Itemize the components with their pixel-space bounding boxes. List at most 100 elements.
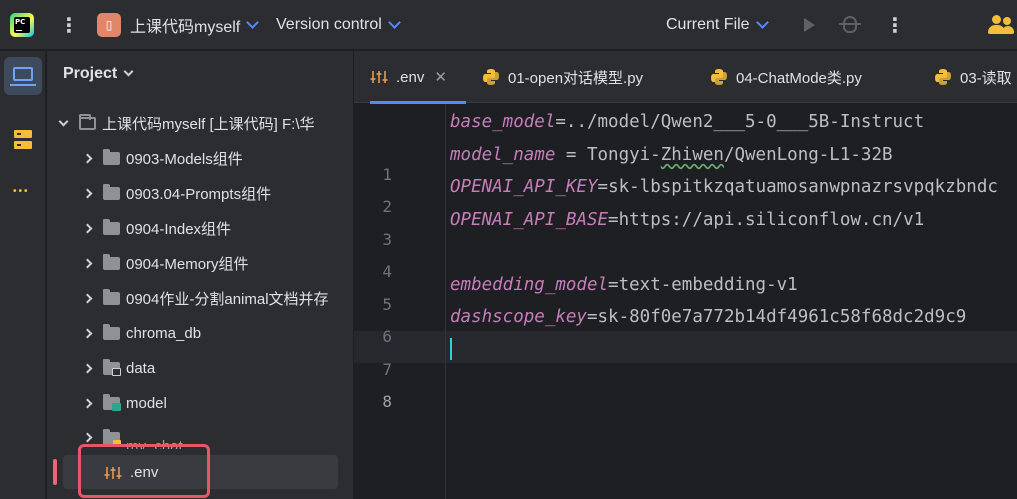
editor-tabs: .env ✕ 01-open对话模型.py 04-ChatMode类.py 03… — [354, 51, 1017, 104]
tree-root[interactable]: 上课代码myself [上课代码] F:\华 — [47, 106, 353, 141]
env-sep: = — [608, 210, 619, 230]
env-sep: = — [608, 275, 619, 295]
env-value: /QwenLong-L1-32B — [723, 145, 893, 165]
line-number: 6 — [382, 327, 392, 346]
env-sep: = — [586, 307, 598, 327]
code-line[interactable]: dashscope_key = sk-80f0e7a772b14df4961c58f… — [450, 301, 1017, 333]
collapse-arrow-icon[interactable] — [82, 328, 93, 339]
code-line[interactable]: OPENAI_API_KEY = sk-lbspitkzqatuamosanwpna… — [450, 171, 1017, 203]
code-line[interactable]: base_model = ../model/Qwen2___5-0___5B-Ins… — [450, 106, 1017, 138]
env-sep: = — [597, 177, 609, 197]
collapse-arrow-icon[interactable] — [82, 432, 93, 443]
env-value: text-embedding-v1 — [618, 275, 798, 295]
tree-item-label: 0903-Models组件 — [126, 151, 243, 168]
expand-arrow-icon[interactable] — [58, 116, 69, 127]
tab-python-file[interactable]: 01-open对话模型.py — [482, 51, 643, 103]
tree-item[interactable]: chroma_db — [47, 316, 353, 351]
env-value: https://api.siliconflow.cn/v1 — [618, 210, 925, 230]
tree-item[interactable]: 0903-Models组件 — [47, 141, 353, 176]
env-key: OPENAI_API_KEY — [450, 177, 598, 197]
folder-icon — [103, 184, 120, 200]
project-badge-icon[interactable]: ▯ — [97, 13, 121, 37]
vcs-label: Version control — [276, 16, 382, 33]
collapse-arrow-icon[interactable] — [82, 293, 93, 304]
project-pane-header[interactable]: Project — [63, 65, 134, 83]
line-number: 1 — [382, 165, 392, 184]
tree-item[interactable]: model — [47, 386, 353, 421]
line-number: 3 — [382, 230, 392, 249]
tree-item-label: 0904作业-分割animal文档并存 — [126, 291, 329, 308]
more-actions-icon[interactable]: ⋮ — [885, 0, 905, 50]
project-name: 上课代码myself — [130, 19, 241, 36]
vcs-menu[interactable]: Version control — [276, 0, 401, 50]
code-line[interactable]: model_name = Tongyi- Zhiwen/QwenLong-L1-3… — [450, 139, 1017, 171]
tree-root-label: 上课代码myself [上课代码] F:\华 — [102, 116, 315, 133]
collapse-arrow-icon[interactable] — [82, 153, 93, 164]
more-icon: ••• — [13, 186, 30, 197]
python-icon — [483, 69, 499, 85]
main-menu-icon[interactable]: ⋮ — [59, 0, 79, 50]
tab-label: 03-读取 — [960, 69, 1012, 87]
tree-item-label: 0904-Index组件 — [126, 221, 232, 238]
tree-item[interactable]: data — [47, 351, 353, 386]
text-caret — [450, 338, 452, 360]
tree-item[interactable]: 0903.04-Prompts组件 — [47, 176, 353, 211]
project-pane: Project 上课代码myself [上课代码] F:\华 0903-Mode… — [47, 51, 353, 499]
folder-icon — [103, 324, 120, 340]
tree-item-label: chroma_db — [126, 325, 202, 342]
env-value: ../model/Qwen2___5-0___5B-Instruct — [565, 112, 925, 132]
tab-label: 04-ChatMode类.py — [736, 69, 862, 87]
annotation-highlight-box — [78, 444, 210, 498]
env-key: model_name — [450, 145, 556, 165]
tree-item-label: model — [126, 395, 167, 412]
tree-item[interactable]: 0904-Memory组件 — [47, 246, 353, 281]
spelling-warning[interactable]: Zhiwen — [661, 145, 724, 165]
env-key: embedding_model — [450, 275, 609, 295]
project-switcher[interactable]: 上课代码myself — [130, 0, 260, 50]
structure-tool-button[interactable] — [4, 121, 42, 159]
folder-icon — [103, 219, 120, 235]
pycharm-logo-icon[interactable]: PC — [10, 13, 34, 37]
collapse-arrow-icon[interactable] — [82, 223, 93, 234]
structure-icon — [14, 130, 32, 150]
run-config-label: Current File — [666, 16, 750, 33]
tab-python-file[interactable]: 04-ChatMode类.py — [710, 51, 862, 103]
tree-item[interactable]: 0904作业-分割animal文档并存 — [47, 281, 353, 316]
env-key: dashscope_key — [450, 307, 587, 327]
code-line[interactable]: OPENAI_API_BASE = https://api.siliconflow.… — [450, 204, 1017, 236]
tool-window-strip: ••• — [0, 51, 46, 499]
collapse-arrow-icon[interactable] — [82, 398, 93, 409]
current-line-highlight — [354, 331, 1017, 363]
run-config-selector[interactable]: Current File — [666, 0, 769, 50]
collapse-arrow-icon[interactable] — [82, 258, 93, 269]
collapse-arrow-icon[interactable] — [82, 188, 93, 199]
settings-file-icon — [370, 71, 388, 83]
collapse-arrow-icon[interactable] — [82, 363, 93, 374]
line-number-current: 8 — [382, 392, 392, 411]
line-number: 2 — [382, 197, 392, 216]
debug-icon[interactable] — [839, 16, 861, 33]
editor: .env ✕ 01-open对话模型.py 04-ChatMode类.py 03… — [354, 51, 1017, 499]
folder-icon — [103, 149, 120, 165]
tab-label: .env — [396, 68, 425, 86]
tree-item[interactable]: 0904-Index组件 — [47, 211, 353, 246]
env-value: sk-lbspitkzqatuamosanwpnazrsvpqkzbndc — [608, 177, 998, 197]
tab-env[interactable]: .env ✕ — [370, 51, 466, 104]
tab-python-file[interactable]: 03-读取 — [934, 51, 1012, 103]
close-icon[interactable]: ✕ — [434, 68, 447, 86]
code-line[interactable]: embedding_model = text-embedding-v1 — [450, 269, 1017, 301]
project-folder-icon — [79, 114, 96, 130]
env-value: Tongyi- — [586, 145, 661, 165]
change-marker — [53, 459, 57, 485]
folder-icon — [103, 289, 120, 305]
chevron-down-icon — [246, 16, 260, 29]
env-value: sk-80f0e7a772b14df4961c58f68dc2d9c9 — [597, 307, 967, 327]
tab-label: 01-open对话模型.py — [508, 69, 644, 87]
env-sep: = — [555, 112, 566, 132]
run-icon[interactable] — [804, 18, 815, 32]
code-with-me-icon[interactable] — [988, 14, 1014, 36]
project-pane-title: Project — [63, 65, 118, 82]
project-tool-button[interactable] — [4, 57, 42, 95]
more-tools-button[interactable]: ••• — [4, 172, 42, 210]
folder-icon — [103, 254, 120, 270]
